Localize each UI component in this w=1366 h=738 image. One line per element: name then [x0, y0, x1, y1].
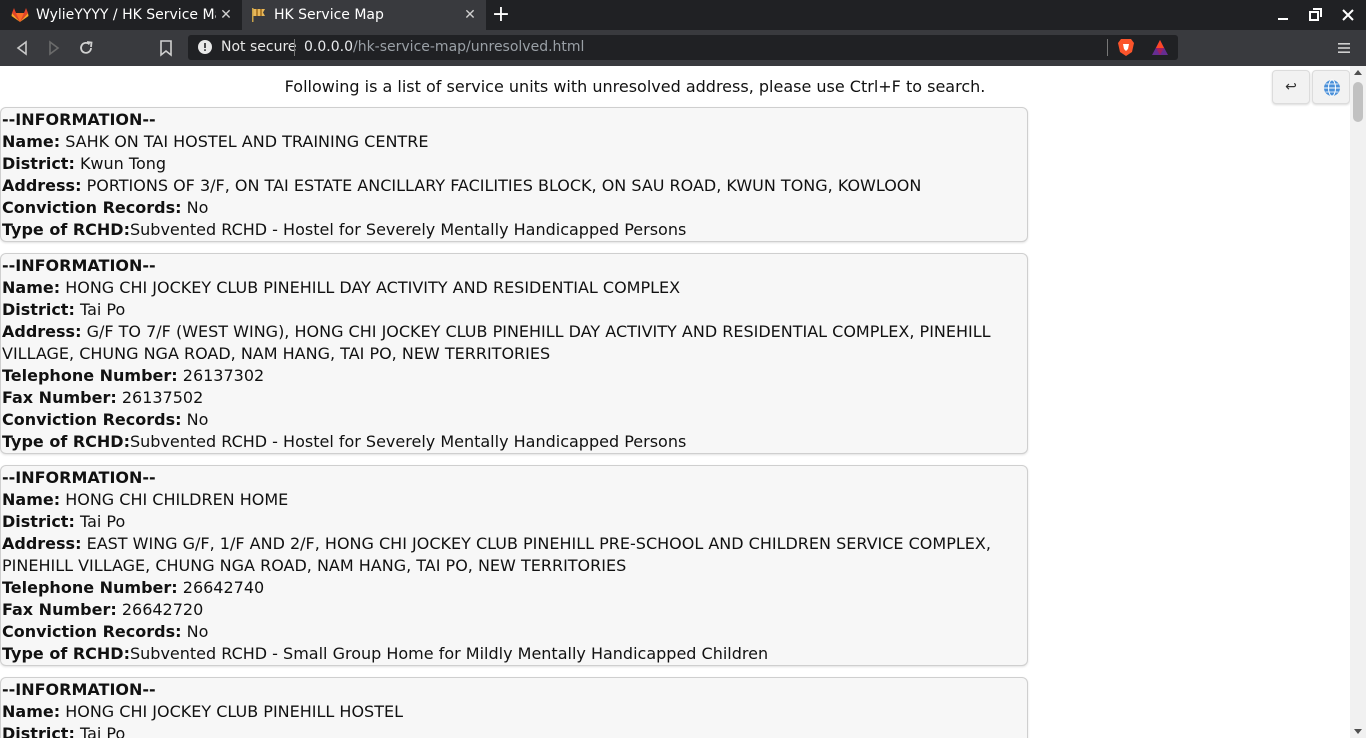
record-heading: --INFORMATION-- [2, 256, 156, 275]
record-card: --INFORMATION-- Name: HONG CHI JOCKEY CL… [0, 253, 1028, 454]
url-text[interactable]: 0.0.0.0/hk-service-map/unresolved.html [304, 38, 584, 56]
record-address: Address: PORTIONS OF 3/F, ON TAI ESTATE … [2, 176, 922, 195]
page-scrollbar[interactable] [1350, 66, 1366, 738]
url-host: 0.0.0.0 [304, 39, 353, 55]
menu-icon[interactable] [1336, 38, 1352, 58]
security-status[interactable]: Not secure [221, 38, 297, 56]
tab-hk-service-map[interactable]: HK Service Map ✕ [242, 0, 486, 30]
new-tab-button[interactable]: + [490, 4, 512, 26]
minimize-icon[interactable] [1272, 4, 1294, 26]
brave-shields-icon[interactable] [1117, 38, 1135, 57]
record-type: Type of RCHD:Subvented RCHD - Small Grou… [2, 644, 769, 663]
record-card: --INFORMATION-- Name: HONG CHI CHILDREN … [0, 465, 1028, 666]
record-name: Name: HONG CHI JOCKEY CLUB PINEHILL HOST… [2, 702, 403, 721]
record-district: District: Kwun Tong [2, 154, 167, 173]
record-name: Name: SAHK ON TAI HOSTEL AND TRAINING CE… [2, 132, 429, 151]
record-district: District: Tai Po [2, 300, 126, 319]
record-conviction: Conviction Records: No [2, 198, 209, 217]
reload-icon[interactable] [76, 38, 96, 58]
tab-gitlab[interactable]: WylieYYYY / HK Service Map ✕ [0, 0, 242, 30]
close-window-icon[interactable] [1337, 4, 1359, 26]
record-address: Address: EAST WING G/F, 1/F AND 2/F, HON… [2, 534, 991, 575]
browser-toolbar: Not secure 0.0.0.0/hk-service-map/unreso… [0, 30, 1366, 66]
address-bar[interactable]: Not secure 0.0.0.0/hk-service-map/unreso… [188, 35, 1178, 60]
return-button[interactable]: ↩ [1272, 70, 1310, 104]
record-address: Address: G/F TO 7/F (WEST WING), HONG CH… [2, 322, 991, 363]
gitlab-icon [11, 8, 29, 22]
back-arrow-icon[interactable] [12, 38, 32, 58]
tab-title: HK Service Map [274, 7, 384, 23]
tab-title: WylieYYYY / HK Service Map [36, 7, 216, 23]
flag-icon [252, 8, 265, 22]
return-icon: ↩ [1285, 79, 1297, 95]
scrollbar-thumb[interactable] [1353, 82, 1363, 122]
page-viewport: Following is a list of service units wit… [0, 66, 1350, 738]
record-name: Name: HONG CHI CHILDREN HOME [2, 490, 289, 509]
brave-rewards-icon[interactable] [1151, 39, 1169, 56]
record-district: District: Tai Po [2, 512, 126, 531]
record-conviction: Conviction Records: No [2, 622, 209, 641]
scroll-down-icon[interactable] [1354, 729, 1362, 734]
globe-icon [1324, 79, 1340, 97]
url-path: /hk-service-map/unresolved.html [352, 39, 585, 55]
record-name: Name: HONG CHI JOCKEY CLUB PINEHILL DAY … [2, 278, 681, 297]
divider [1107, 39, 1108, 56]
record-district: District: Tai Po [2, 724, 126, 738]
info-icon[interactable] [198, 40, 212, 54]
divider [294, 39, 295, 56]
tab-strip: WylieYYYY / HK Service Map ✕ HK Service … [0, 0, 1366, 30]
record-type: Type of RCHD:Subvented RCHD - Hostel for… [2, 432, 687, 451]
close-tab-icon[interactable]: ✕ [218, 7, 234, 23]
record-heading: --INFORMATION-- [2, 110, 156, 129]
scroll-up-icon[interactable] [1354, 70, 1362, 75]
record-list: --INFORMATION-- Name: SAHK ON TAI HOSTEL… [0, 107, 1028, 738]
record-type: Type of RCHD:Subvented RCHD - Hostel for… [2, 220, 687, 239]
record-telephone: Telephone Number: 26642740 [2, 578, 265, 597]
record-fax: Fax Number: 26137502 [2, 388, 204, 407]
record-heading: --INFORMATION-- [2, 680, 156, 699]
bookmark-icon[interactable] [156, 38, 176, 58]
record-card: --INFORMATION-- Name: SAHK ON TAI HOSTEL… [0, 107, 1028, 242]
record-telephone: Telephone Number: 26137302 [2, 366, 265, 385]
record-fax: Fax Number: 26642720 [2, 600, 204, 619]
page-instructions: Following is a list of service units wit… [284, 77, 986, 96]
restore-icon[interactable] [1304, 4, 1326, 26]
language-button[interactable] [1312, 70, 1350, 104]
record-card: --INFORMATION-- Name: HONG CHI JOCKEY CL… [0, 677, 1028, 738]
record-heading: --INFORMATION-- [2, 468, 156, 487]
forward-arrow-icon[interactable] [44, 38, 64, 58]
record-conviction: Conviction Records: No [2, 410, 209, 429]
close-tab-icon[interactable]: ✕ [462, 7, 478, 23]
